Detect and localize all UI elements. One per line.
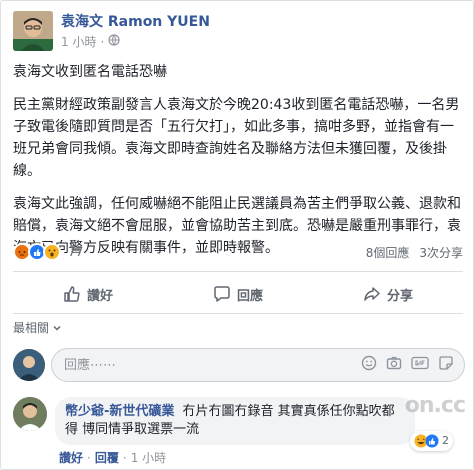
divider [13,271,463,272]
separator-dot: · [122,450,127,465]
comment-author[interactable]: 幣少爺-新世代礦業 [65,404,174,419]
action-bar: 讚好 回應 分享 [13,279,463,309]
facebook-post: 袁海文 Ramon YUEN 1 小時 · 袁海文收到匿名電話恐嚇 民主黨財經政… [0,0,474,470]
author-avatar[interactable] [13,11,53,51]
chevron-down-icon [53,325,61,331]
separator-dot: · [87,450,91,465]
reaction-count[interactable]: 77 [68,245,83,259]
share-label: 分享 [386,288,413,304]
separator-dot: · [100,35,105,49]
commenter-avatar[interactable] [13,397,47,431]
gif-icon[interactable] [411,355,429,375]
emoji-icon[interactable] [361,355,377,375]
share-count[interactable]: 3次分享 [419,244,463,261]
divider [13,313,463,314]
comment-button[interactable]: 回應 [163,279,313,309]
post-header: 袁海文 Ramon YUEN 1 小時 · [13,11,210,53]
post-body: 袁海文收到匿名電話恐嚇 民主黨財經政策副發言人袁海文於今晚20:43收到匿名電話… [13,61,465,270]
comment-sort-dropdown[interactable]: 最相關 [13,319,62,336]
comment-bubble: 幣少爺-新世代礦業 冇片冇圖冇錄音 其實真係任你點吹都得 博同情爭取選票一流 2 [55,397,453,451]
wow-reaction-icon[interactable] [43,243,61,261]
like-label: 讚好 [86,288,113,304]
share-icon [364,287,380,301]
comment-label: 回應 [236,288,263,304]
comment-input-wrapper [51,348,465,382]
post-time[interactable]: 1 小時 [61,33,96,51]
comment-reaction-count: 2 [442,434,449,447]
comment-composer [13,347,465,383]
like-reaction-icon [425,434,439,448]
user-avatar[interactable] [13,349,45,381]
comment-count[interactable]: 8個回應 [366,244,410,261]
camera-icon[interactable] [386,355,402,375]
globe-icon [108,33,120,51]
comment-icon [214,286,230,302]
comment-item: 幣少爺-新世代礦業 冇片冇圖冇錄音 其實真係任你點吹都得 博同情爭取選票一流 2 [13,397,465,451]
sticker-icon[interactable] [438,355,454,375]
like-button[interactable]: 讚好 [13,279,163,309]
watermark-logo: on.cc [404,393,466,418]
comment-actions: 讚好 · 回覆 · 1 小時 [59,449,166,466]
comment-input[interactable] [64,357,361,373]
post-paragraph: 民主黨財經政策副發言人袁海文於今晚20:43收到匿名電話恐嚇，一名男子致電後隨即… [13,97,460,179]
thumbs-up-icon [64,286,80,302]
comment-reactions[interactable]: 2 [410,431,453,451]
comment-like-link[interactable]: 讚好 [59,449,83,466]
sort-label: 最相關 [13,321,50,335]
author-name[interactable]: 袁海文 Ramon YUEN [61,13,210,31]
reaction-bar: 77 8個回應 3次分享 [13,241,463,263]
post-headline: 袁海文收到匿名電話恐嚇 [13,64,167,80]
comment-time[interactable]: 1 小時 [131,449,166,466]
share-button[interactable]: 分享 [313,279,463,309]
comment-reply-link[interactable]: 回覆 [95,449,119,466]
